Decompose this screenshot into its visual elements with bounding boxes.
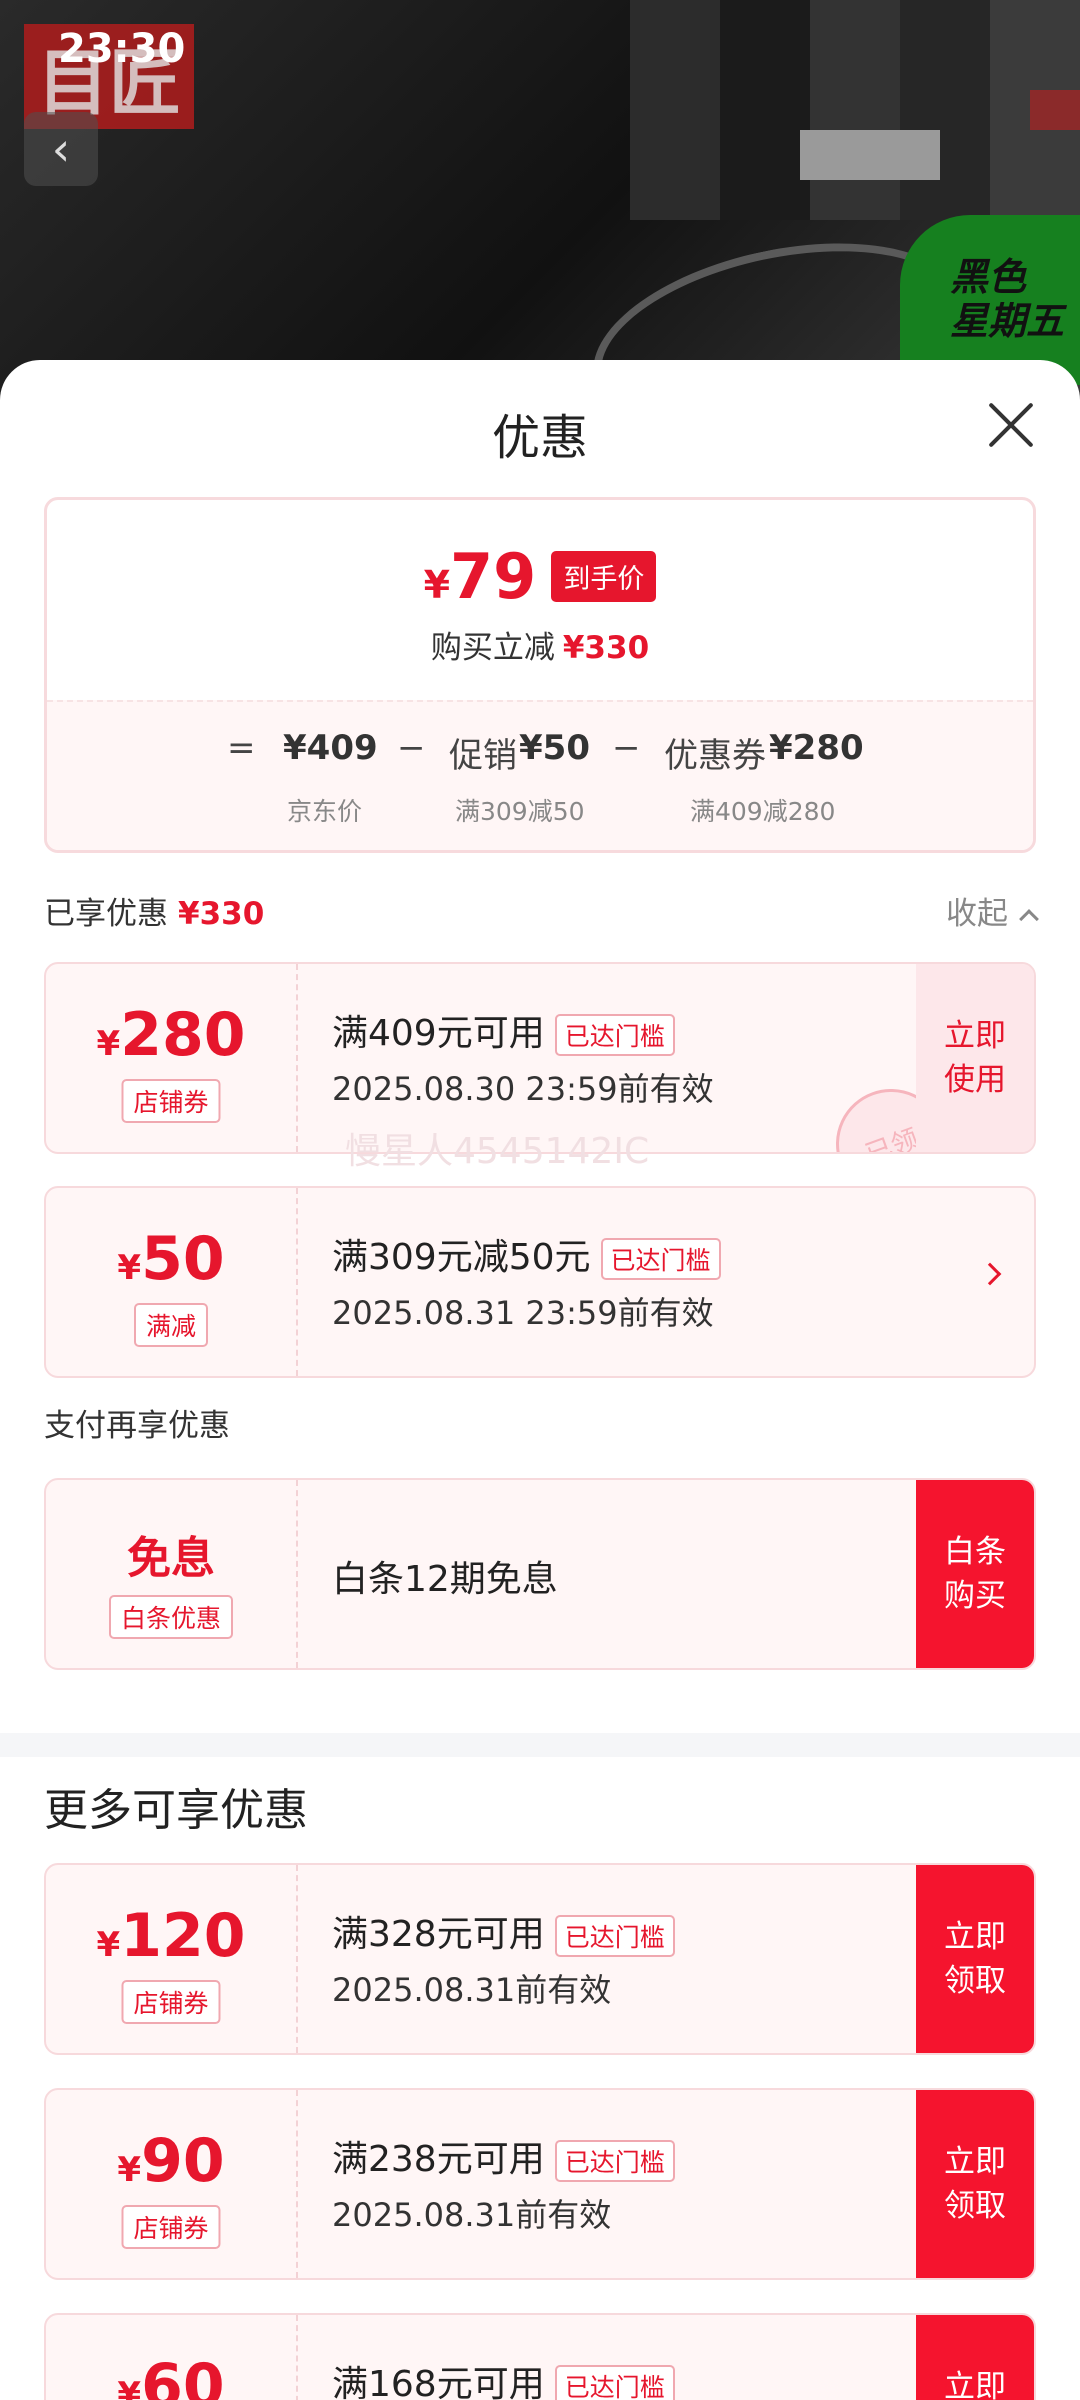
coupon-label: 优惠券 [664, 736, 766, 776]
coupon-type: 店铺券 [121, 1980, 221, 2024]
coupon-amount: ¥120 [96, 1901, 246, 1971]
claim-now-button[interactable]: 立即 领取 [916, 1865, 1034, 2053]
promo-label: 促销 [449, 736, 517, 776]
coupon-amount: ¥280 [96, 1000, 246, 1070]
coupon-amount: ¥280 [769, 728, 864, 768]
installment-description: 白条12期免息 [332, 1559, 558, 1600]
threshold-tag: 已达门槛 [600, 1238, 721, 1280]
badge-line: 黑色 [950, 255, 1027, 299]
chevron-up-icon [1019, 908, 1039, 929]
threshold-tag: 已达门槛 [554, 1014, 675, 1056]
coupon-card: ¥60 店铺券 满168元可用已达门槛 立即 领取 [44, 2313, 1036, 2400]
coupon-amount: ¥90 [117, 2126, 225, 2196]
claim-now-button[interactable]: 立即 领取 [916, 2090, 1034, 2278]
use-now-button[interactable]: 立即 使用 [916, 964, 1034, 1152]
original-price-label: 京东价 [287, 797, 363, 826]
coupon-condition: 满409元可用 [332, 1013, 545, 1054]
minus-sign: − [397, 728, 426, 768]
coupon-type: 满减 [133, 1303, 209, 1347]
product-image-background: 目匠 黑色 星期五 23:30 ‹ [0, 0, 1080, 400]
promo-amount: ¥50 [519, 728, 590, 768]
threshold-tag: 已达门槛 [554, 1915, 675, 1957]
final-price-tag: 到手价 [551, 551, 657, 602]
threshold-tag: 已达门槛 [554, 2140, 675, 2182]
close-icon[interactable] [986, 400, 1036, 450]
coupon-validity: 2025.08.31 23:59前有效 [332, 1294, 714, 1332]
discount-sheet: 优惠 ¥79 到手价 购买立减 ¥330 = ¥409 − 促销 ¥50 − 优惠… [0, 360, 1080, 2400]
price-breakdown: = ¥409 − 促销 ¥50 − 优惠券 ¥280 京东价 满309减50 满… [47, 700, 1033, 850]
pay-discount-header: 支付再享优惠 [44, 1408, 230, 1444]
section-divider [0, 1733, 1080, 1757]
coupon-type: 店铺券 [121, 2205, 221, 2249]
coupon-type: 店铺券 [121, 1079, 221, 1123]
final-price: ¥79 [423, 540, 537, 613]
collapse-button[interactable]: 收起 [946, 888, 1039, 933]
baitiao-card: 免息 白条优惠 白条12期免息 白条 购买 [44, 1478, 1036, 1670]
coupon-validity: 2025.08.30 23:59前有效 [332, 1070, 714, 1108]
coupon-amount: ¥50 [117, 1224, 225, 1294]
coupon-condition: 满309元减50元 [332, 1237, 591, 1278]
coupon-validity: 2025.08.31前有效 [332, 2196, 612, 2234]
sheet-title: 优惠 [491, 410, 588, 466]
mosaic-blur-block [1030, 90, 1080, 130]
reduce-summary: 购买立减 ¥330 [430, 630, 650, 666]
minus-sign: − [612, 728, 641, 768]
back-button[interactable]: ‹ [24, 112, 98, 186]
coupon-validity: 2025.08.31前有效 [332, 1971, 612, 2009]
status-time: 23:30 [58, 26, 186, 72]
mosaic-blur [630, 0, 1080, 220]
chevron-right-icon[interactable] [978, 1262, 1002, 1286]
watermark: 慢星人4545142IC [345, 1131, 650, 1172]
coupon-rule: 满409减280 [690, 797, 836, 826]
enjoyed-header: 已享优惠 ¥330 收起 [44, 888, 1039, 933]
original-price: ¥409 [283, 728, 378, 768]
interest-free-title: 免息 [127, 1533, 215, 1584]
coupon-card: ¥120 店铺券 满328元可用 已达门槛 2025.08.31前有效 立即 领取 [44, 1863, 1036, 2055]
baitiao-buy-button[interactable]: 白条 购买 [916, 1480, 1034, 1668]
coupon-card: ¥90 店铺券 满238元可用 已达门槛 2025.08.31前有效 立即 领取 [44, 2088, 1036, 2280]
equals-sign: = [227, 728, 256, 768]
coupon-condition: 满168元可用 [332, 2364, 545, 2400]
coupon-type: 白条优惠 [108, 1595, 234, 1639]
price-summary-card: ¥79 到手价 购买立减 ¥330 = ¥409 − 促销 ¥50 − 优惠券 ¥… [44, 497, 1036, 853]
coupon-amount: ¥60 [117, 2351, 225, 2400]
claim-now-button[interactable]: 立即 领取 [916, 2315, 1034, 2400]
threshold-tag: 已达门槛 [554, 2365, 675, 2400]
more-discounts-title: 更多可享优惠 [44, 1785, 308, 1836]
coupon-condition: 满238元可用 [332, 2139, 545, 2180]
promo-rule: 满309减50 [455, 797, 585, 826]
badge-line: 星期五 [950, 299, 1065, 343]
mosaic-blur-block [800, 130, 940, 180]
coupon-condition: 满328元可用 [332, 1914, 545, 1955]
chevron-left-icon: ‹ [51, 122, 71, 176]
coupon-card[interactable]: ¥50 满减 满309元减50元 已达门槛 2025.08.31 23:59前有效 [44, 1186, 1036, 1378]
